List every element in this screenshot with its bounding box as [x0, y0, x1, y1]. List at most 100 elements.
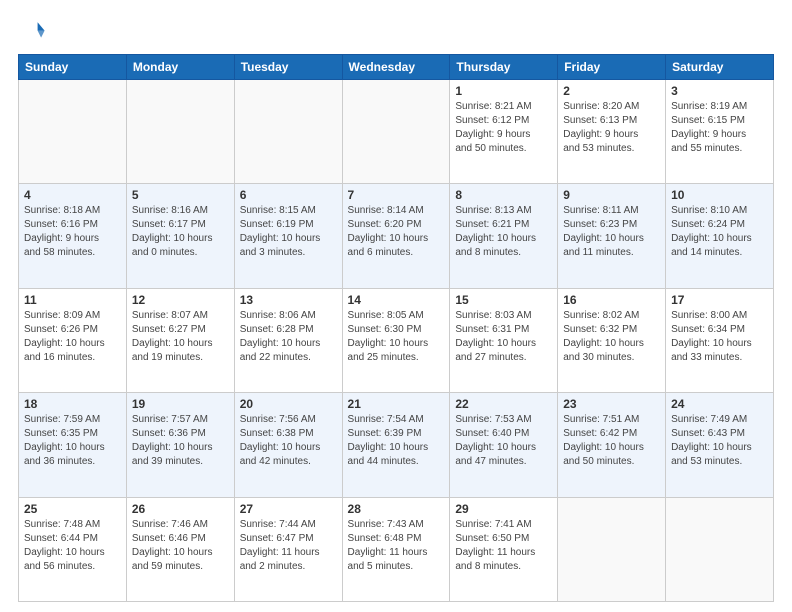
- calendar-header-row: SundayMondayTuesdayWednesdayThursdayFrid…: [19, 55, 774, 80]
- day-info: Sunrise: 8:19 AM Sunset: 6:15 PM Dayligh…: [671, 100, 768, 156]
- calendar-cell: 15 Sunrise: 8:03 AM Sunset: 6:31 PM Dayli…: [450, 288, 558, 392]
- day-info: Sunrise: 8:16 AM Sunset: 6:17 PM Dayligh…: [132, 204, 229, 260]
- day-info: Sunrise: 7:54 AM Sunset: 6:39 PM Dayligh…: [348, 413, 445, 469]
- calendar-cell: 6Sunrise: 8:15 AM Sunset: 6:19 PM Daylig…: [234, 184, 342, 288]
- day-info: Sunrise: 7:46 AM Sunset: 6:46 PM Dayligh…: [132, 518, 229, 574]
- day-info: Sunrise: 8:02 AM Sunset: 6:32 PM Dayligh…: [563, 309, 660, 365]
- day-number: 24: [671, 397, 768, 411]
- calendar-cell: 1 Sunrise: 8:21 AM Sunset: 6:12 PM Daylig…: [450, 80, 558, 184]
- calendar-cell: 12 Sunrise: 8:07 AM Sunset: 6:27 PM Dayli…: [126, 288, 234, 392]
- calendar-week-5: 25 Sunrise: 7:48 AM Sunset: 6:44 PM Dayli…: [19, 497, 774, 601]
- day-number: 2: [563, 84, 660, 98]
- day-number: 22: [455, 397, 552, 411]
- day-number: 3: [671, 84, 768, 98]
- calendar-cell: 27 Sunrise: 7:44 AM Sunset: 6:47 PM Dayli…: [234, 497, 342, 601]
- calendar-cell: 5 Sunrise: 8:16 AM Sunset: 6:17 PM Daylig…: [126, 184, 234, 288]
- day-info: Sunrise: 8:09 AM Sunset: 6:26 PM Dayligh…: [24, 309, 121, 365]
- col-header-friday: Friday: [558, 55, 666, 80]
- day-number: 13: [240, 293, 337, 307]
- col-header-saturday: Saturday: [666, 55, 774, 80]
- calendar-cell: 13 Sunrise: 8:06 AM Sunset: 6:28 PM Dayli…: [234, 288, 342, 392]
- calendar-cell: 14Sunrise: 8:05 AM Sunset: 6:30 PM Dayli…: [342, 288, 450, 392]
- calendar-cell: [558, 497, 666, 601]
- day-info: Sunrise: 8:10 AM Sunset: 6:24 PM Dayligh…: [671, 204, 768, 260]
- col-header-thursday: Thursday: [450, 55, 558, 80]
- day-info: Sunrise: 7:44 AM Sunset: 6:47 PM Dayligh…: [240, 518, 337, 574]
- calendar-cell: 29Sunrise: 7:41 AM Sunset: 6:50 PM Dayli…: [450, 497, 558, 601]
- page: SundayMondayTuesdayWednesdayThursdayFrid…: [0, 0, 792, 612]
- calendar-cell: 25 Sunrise: 7:48 AM Sunset: 6:44 PM Dayli…: [19, 497, 127, 601]
- day-number: 4: [24, 188, 121, 202]
- day-number: 17: [671, 293, 768, 307]
- day-info: Sunrise: 7:57 AM Sunset: 6:36 PM Dayligh…: [132, 413, 229, 469]
- calendar-week-1: 1 Sunrise: 8:21 AM Sunset: 6:12 PM Daylig…: [19, 80, 774, 184]
- day-number: 12: [132, 293, 229, 307]
- calendar-cell: 20 Sunrise: 7:56 AM Sunset: 6:38 PM Dayli…: [234, 393, 342, 497]
- day-number: 19: [132, 397, 229, 411]
- calendar-cell: [19, 80, 127, 184]
- day-info: Sunrise: 7:53 AM Sunset: 6:40 PM Dayligh…: [455, 413, 552, 469]
- calendar-cell: 8Sunrise: 8:13 AM Sunset: 6:21 PM Daylig…: [450, 184, 558, 288]
- col-header-tuesday: Tuesday: [234, 55, 342, 80]
- calendar-cell: 23Sunrise: 7:51 AM Sunset: 6:42 PM Dayli…: [558, 393, 666, 497]
- day-number: 27: [240, 502, 337, 516]
- day-number: 20: [240, 397, 337, 411]
- calendar-cell: 17Sunrise: 8:00 AM Sunset: 6:34 PM Dayli…: [666, 288, 774, 392]
- calendar-cell: 2Sunrise: 8:20 AM Sunset: 6:13 PM Daylig…: [558, 80, 666, 184]
- day-number: 11: [24, 293, 121, 307]
- day-info: Sunrise: 7:41 AM Sunset: 6:50 PM Dayligh…: [455, 518, 552, 574]
- day-number: 5: [132, 188, 229, 202]
- calendar-week-3: 11 Sunrise: 8:09 AM Sunset: 6:26 PM Dayli…: [19, 288, 774, 392]
- day-info: Sunrise: 8:14 AM Sunset: 6:20 PM Dayligh…: [348, 204, 445, 260]
- calendar-cell: 19 Sunrise: 7:57 AM Sunset: 6:36 PM Dayli…: [126, 393, 234, 497]
- day-info: Sunrise: 7:56 AM Sunset: 6:38 PM Dayligh…: [240, 413, 337, 469]
- day-info: Sunrise: 8:06 AM Sunset: 6:28 PM Dayligh…: [240, 309, 337, 365]
- day-number: 28: [348, 502, 445, 516]
- calendar-cell: 26 Sunrise: 7:46 AM Sunset: 6:46 PM Dayli…: [126, 497, 234, 601]
- col-header-monday: Monday: [126, 55, 234, 80]
- day-number: 21: [348, 397, 445, 411]
- day-info: Sunrise: 8:11 AM Sunset: 6:23 PM Dayligh…: [563, 204, 660, 260]
- day-info: Sunrise: 8:15 AM Sunset: 6:19 PM Dayligh…: [240, 204, 337, 260]
- calendar-cell: 4 Sunrise: 8:18 AM Sunset: 6:16 PM Daylig…: [19, 184, 127, 288]
- calendar-cell: 22 Sunrise: 7:53 AM Sunset: 6:40 PM Dayli…: [450, 393, 558, 497]
- calendar-cell: 11 Sunrise: 8:09 AM Sunset: 6:26 PM Dayli…: [19, 288, 127, 392]
- calendar-cell: [234, 80, 342, 184]
- day-info: Sunrise: 7:49 AM Sunset: 6:43 PM Dayligh…: [671, 413, 768, 469]
- calendar-cell: 28 Sunrise: 7:43 AM Sunset: 6:48 PM Dayli…: [342, 497, 450, 601]
- day-info: Sunrise: 7:43 AM Sunset: 6:48 PM Dayligh…: [348, 518, 445, 574]
- day-info: Sunrise: 8:03 AM Sunset: 6:31 PM Dayligh…: [455, 309, 552, 365]
- day-info: Sunrise: 8:21 AM Sunset: 6:12 PM Dayligh…: [455, 100, 552, 156]
- calendar-cell: 3 Sunrise: 8:19 AM Sunset: 6:15 PM Daylig…: [666, 80, 774, 184]
- day-number: 26: [132, 502, 229, 516]
- day-number: 15: [455, 293, 552, 307]
- calendar-cell: 10 Sunrise: 8:10 AM Sunset: 6:24 PM Dayli…: [666, 184, 774, 288]
- day-number: 25: [24, 502, 121, 516]
- col-header-wednesday: Wednesday: [342, 55, 450, 80]
- calendar-week-2: 4 Sunrise: 8:18 AM Sunset: 6:16 PM Daylig…: [19, 184, 774, 288]
- calendar-cell: [126, 80, 234, 184]
- day-number: 16: [563, 293, 660, 307]
- calendar-cell: 24 Sunrise: 7:49 AM Sunset: 6:43 PM Dayli…: [666, 393, 774, 497]
- day-info: Sunrise: 7:48 AM Sunset: 6:44 PM Dayligh…: [24, 518, 121, 574]
- day-info: Sunrise: 8:18 AM Sunset: 6:16 PM Dayligh…: [24, 204, 121, 260]
- calendar-cell: 18 Sunrise: 7:59 AM Sunset: 6:35 PM Dayli…: [19, 393, 127, 497]
- calendar-cell: 7Sunrise: 8:14 AM Sunset: 6:20 PM Daylig…: [342, 184, 450, 288]
- day-number: 10: [671, 188, 768, 202]
- day-number: 14: [348, 293, 445, 307]
- calendar-table: SundayMondayTuesdayWednesdayThursdayFrid…: [18, 54, 774, 602]
- day-number: 18: [24, 397, 121, 411]
- header: [18, 18, 774, 46]
- day-number: 1: [455, 84, 552, 98]
- day-info: Sunrise: 7:59 AM Sunset: 6:35 PM Dayligh…: [24, 413, 121, 469]
- day-number: 9: [563, 188, 660, 202]
- col-header-sunday: Sunday: [19, 55, 127, 80]
- logo-icon: [18, 18, 46, 46]
- day-info: Sunrise: 8:07 AM Sunset: 6:27 PM Dayligh…: [132, 309, 229, 365]
- logo: [18, 18, 50, 46]
- day-number: 23: [563, 397, 660, 411]
- calendar-cell: 21 Sunrise: 7:54 AM Sunset: 6:39 PM Dayli…: [342, 393, 450, 497]
- calendar-week-4: 18 Sunrise: 7:59 AM Sunset: 6:35 PM Dayli…: [19, 393, 774, 497]
- calendar-cell: 9 Sunrise: 8:11 AM Sunset: 6:23 PM Daylig…: [558, 184, 666, 288]
- calendar-cell: [666, 497, 774, 601]
